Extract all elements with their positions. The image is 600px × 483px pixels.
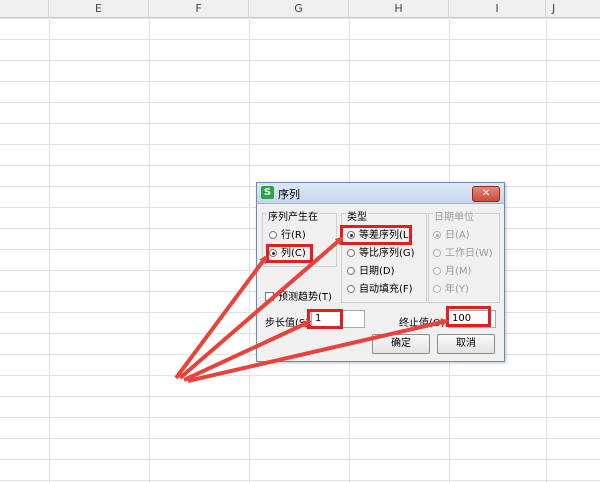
radio-month[interactable] [433, 267, 441, 275]
dialog-title-bar[interactable]: S 序列 ✕ [257, 183, 504, 204]
option-workday[interactable]: 工作日(W) [433, 247, 493, 261]
date-unit-label: 日期单位 [433, 208, 475, 223]
column-header-h[interactable]: H [349, 0, 449, 17]
radio-autofill[interactable] [347, 285, 355, 293]
trend-option[interactable]: 预测趋势(T) [265, 291, 332, 305]
column-header-j[interactable]: J [546, 0, 600, 17]
radio-date[interactable] [347, 267, 355, 275]
radio-workday[interactable] [433, 249, 441, 257]
radio-column[interactable] [269, 249, 277, 257]
radio-year[interactable] [433, 285, 441, 293]
grid-line [249, 18, 250, 483]
option-day[interactable]: 日(A) [433, 229, 470, 243]
option-geometric-label: 等比序列(G) [359, 248, 415, 259]
option-autofill[interactable]: 自动填充(F) [347, 283, 413, 297]
option-year[interactable]: 年(Y) [433, 283, 469, 297]
radio-day[interactable] [433, 231, 441, 239]
option-arithmetic-label: 等差序列(L) [359, 230, 413, 241]
option-year-label: 年(Y) [445, 284, 469, 295]
trend-checkbox[interactable] [265, 292, 274, 301]
radio-geometric[interactable] [347, 249, 355, 257]
option-column-label: 列(C) [281, 248, 306, 259]
series-in-label: 序列产生在 [267, 208, 319, 223]
option-row-label: 行(R) [281, 230, 306, 241]
option-row[interactable]: 行(R) [269, 229, 306, 243]
option-day-label: 日(A) [445, 230, 470, 241]
column-header-f[interactable]: F [149, 0, 249, 17]
type-label: 类型 [346, 208, 368, 223]
cancel-button[interactable]: 取消 [437, 334, 495, 354]
close-button[interactable]: ✕ [472, 186, 500, 202]
trend-label: 预测趋势(T) [278, 292, 332, 303]
radio-arithmetic[interactable] [347, 231, 355, 239]
option-geometric[interactable]: 等比序列(G) [347, 247, 415, 261]
step-label: 步长值(S): [265, 318, 313, 329]
option-month[interactable]: 月(M) [433, 265, 471, 279]
series-dialog: S 序列 ✕ 序列产生在 行(R) 列(C) 类型 等差序列(L) 等比序列(G… [256, 182, 505, 362]
grid-line [149, 18, 150, 483]
column-header-g[interactable]: G [249, 0, 349, 17]
dialog-title: 序列 [278, 188, 300, 201]
option-month-label: 月(M) [445, 266, 472, 277]
column-header-bar: E F G H I J [0, 0, 600, 18]
option-date-label: 日期(D) [359, 266, 395, 277]
option-column[interactable]: 列(C) [269, 247, 306, 261]
option-autofill-label: 自动填充(F) [359, 284, 413, 295]
step-input[interactable]: 1 [311, 310, 365, 328]
option-workday-label: 工作日(W) [445, 248, 493, 259]
column-header-partial[interactable] [0, 0, 49, 17]
option-arithmetic[interactable]: 等差序列(L) [347, 229, 412, 243]
ok-button[interactable]: 确定 [372, 334, 430, 354]
grid-line [546, 18, 547, 483]
radio-row[interactable] [269, 231, 277, 239]
grid-line [49, 18, 50, 483]
column-header-e[interactable]: E [49, 0, 149, 17]
column-header-i[interactable]: I [449, 0, 546, 17]
option-date[interactable]: 日期(D) [347, 265, 395, 279]
stop-input[interactable]: 100 [448, 310, 496, 328]
stop-label: 终止值(O): [399, 318, 449, 329]
app-logo-icon: S [261, 186, 274, 199]
